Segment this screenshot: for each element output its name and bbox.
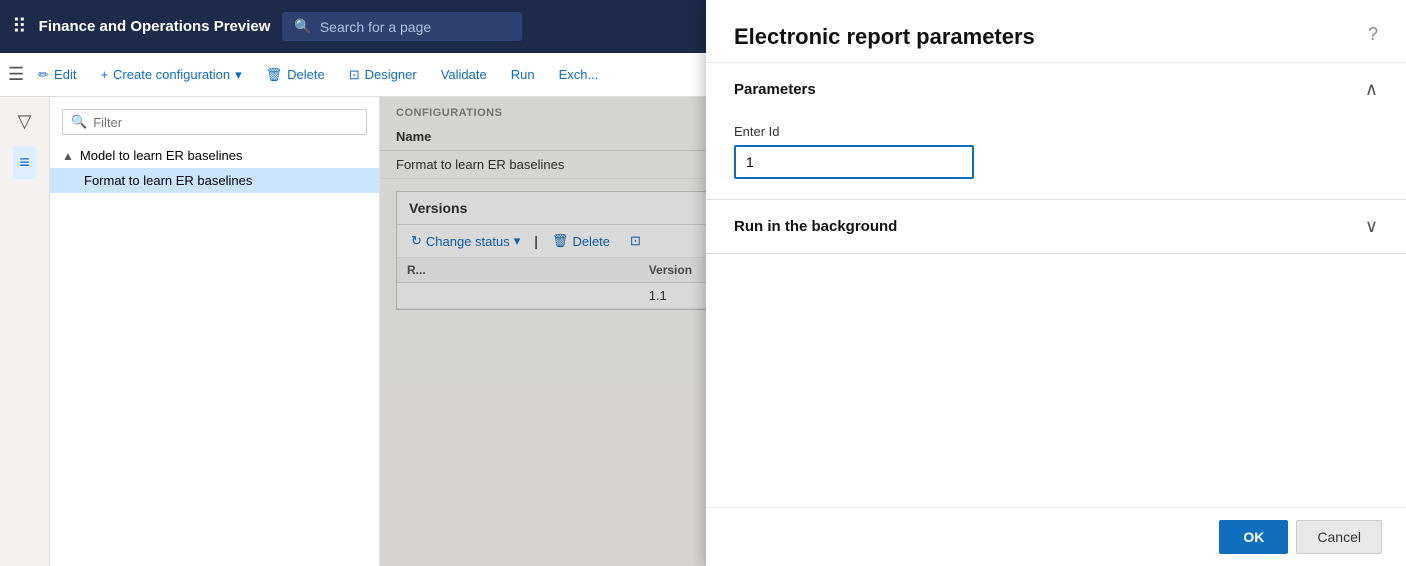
dialog-body: Parameters ∧ Enter Id Run in the backgro… xyxy=(706,63,1406,507)
sidebar: ▽ ≡ xyxy=(0,97,50,566)
designer-button[interactable]: ⊡ Designer xyxy=(339,61,427,89)
parameters-section-header[interactable]: Parameters ∧ xyxy=(706,63,1406,116)
app-title: Finance and Operations Preview xyxy=(39,18,271,35)
delete-button[interactable]: 🗑 Delete xyxy=(256,61,335,89)
trash-icon: 🗑 xyxy=(266,67,283,83)
tree-item-label: Model to learn ER baselines xyxy=(80,148,243,163)
dialog-footer: OK Cancel xyxy=(706,507,1406,566)
hamburger-icon[interactable]: ☰ xyxy=(8,64,24,85)
search-icon: 🔍 xyxy=(294,18,311,35)
parameters-section: Parameters ∧ Enter Id xyxy=(706,63,1406,200)
ok-button[interactable]: OK xyxy=(1219,520,1288,554)
tree-panel: 🔍 ▲ Model to learn ER baselines Format t… xyxy=(50,97,380,566)
cancel-button[interactable]: Cancel xyxy=(1296,520,1382,554)
designer-icon: ⊡ xyxy=(349,67,360,83)
search-placeholder: Search for a page xyxy=(320,19,431,35)
list-icon[interactable]: ≡ xyxy=(13,146,36,179)
parameters-section-title: Parameters xyxy=(734,81,816,98)
run-background-section-header[interactable]: Run in the background ∨ xyxy=(706,200,1406,253)
filter-icon[interactable]: ▽ xyxy=(12,105,38,138)
edit-button[interactable]: ✏ Edit xyxy=(28,61,86,89)
run-background-title: Run in the background xyxy=(734,218,897,235)
dialog-title: Electronic report parameters xyxy=(734,24,1035,50)
filter-search-icon: 🔍 xyxy=(71,114,87,130)
run-background-chevron-icon: ∨ xyxy=(1365,216,1378,237)
electronic-report-dialog: Electronic report parameters ? Parameter… xyxy=(706,0,1406,566)
tree-item-model[interactable]: ▲ Model to learn ER baselines xyxy=(50,143,379,168)
filter-input[interactable] xyxy=(93,115,358,130)
grid-icon[interactable]: ⠿ xyxy=(12,14,27,39)
tree-arrow-icon: ▲ xyxy=(62,149,74,163)
dropdown-arrow-icon: ▾ xyxy=(235,67,242,83)
export-button[interactable]: Exch... xyxy=(549,61,609,88)
tree-item-label: Format to learn ER baselines xyxy=(84,173,252,188)
parameters-section-content: Enter Id xyxy=(706,116,1406,199)
main-area: ▽ ≡ 🔍 ▲ Model to learn ER baselines Form… xyxy=(0,97,1406,566)
filter-box[interactable]: 🔍 xyxy=(62,109,367,135)
parameters-chevron-icon: ∧ xyxy=(1365,79,1378,100)
enter-id-input[interactable] xyxy=(734,145,974,179)
run-background-section: Run in the background ∨ xyxy=(706,200,1406,254)
run-button[interactable]: Run xyxy=(501,61,545,88)
edit-icon: ✏ xyxy=(38,67,49,83)
help-icon[interactable]: ? xyxy=(1368,24,1378,45)
plus-icon: + xyxy=(100,67,108,82)
search-box[interactable]: 🔍 Search for a page xyxy=(282,12,522,41)
tree-item-format[interactable]: Format to learn ER baselines xyxy=(50,168,379,193)
create-configuration-button[interactable]: + Create configuration ▾ xyxy=(90,61,251,89)
dialog-header: Electronic report parameters ? xyxy=(706,0,1406,63)
validate-button[interactable]: Validate xyxy=(431,61,497,88)
enter-id-label: Enter Id xyxy=(734,124,1378,139)
